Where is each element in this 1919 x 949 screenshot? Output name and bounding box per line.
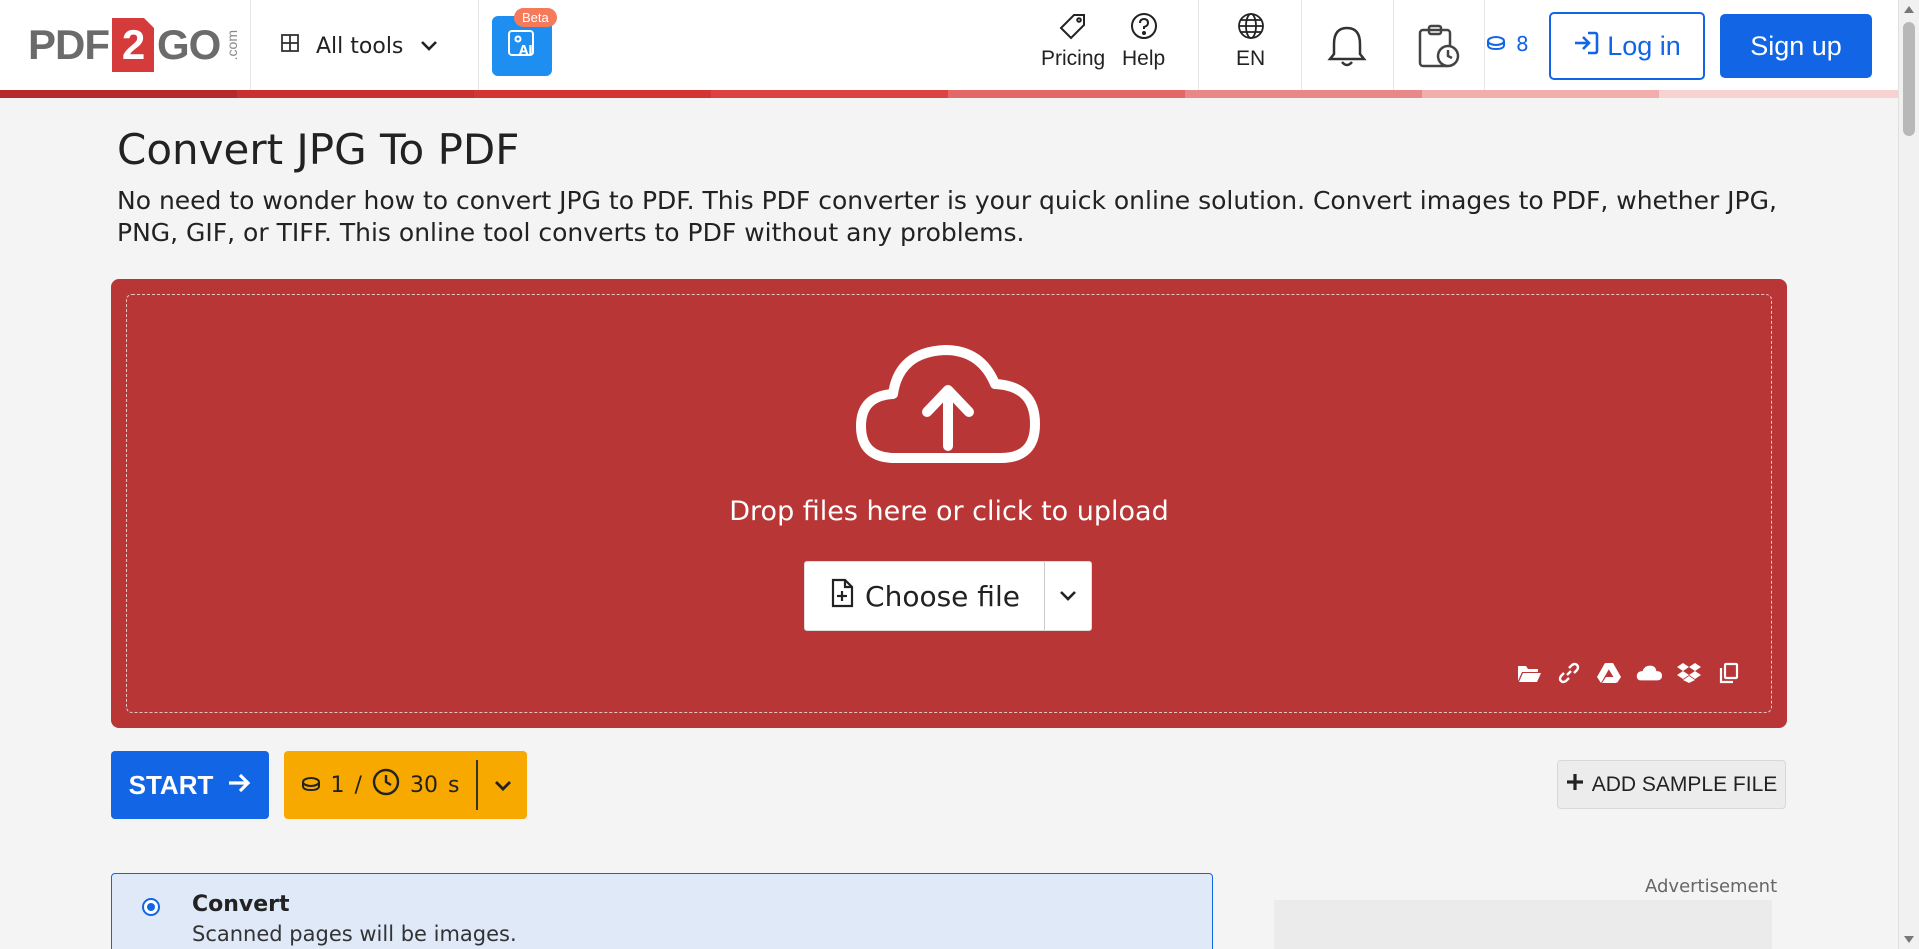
plus-icon <box>1566 773 1584 797</box>
history-button[interactable] <box>1416 22 1462 75</box>
sign-in-icon <box>1573 30 1599 63</box>
help-label: Help <box>1122 47 1166 70</box>
cost-time-unit: s <box>447 772 460 798</box>
start-label: START <box>128 769 214 800</box>
credits-value: 8 <box>1516 32 1529 56</box>
header-color-stripe <box>0 90 1898 98</box>
pricing-label: Pricing <box>1041 47 1106 70</box>
chevron-down-icon <box>1059 587 1077 606</box>
all-tools-menu[interactable]: All tools <box>280 26 439 66</box>
divider <box>250 0 251 90</box>
arrow-right-icon <box>227 770 251 801</box>
drop-instruction: Drop files here or click to upload <box>729 496 1169 527</box>
top-header: PDF 2 GO .com All tools AI Beta Pricing … <box>0 0 1898 92</box>
login-label: Log in <box>1607 30 1681 61</box>
copy-icon[interactable] <box>1716 660 1742 686</box>
stripe-segment <box>0 90 237 98</box>
language-selector[interactable]: EN <box>1236 12 1265 71</box>
question-icon <box>1130 12 1158 45</box>
conversion-cost: 1 / 30 s <box>284 760 478 810</box>
chevron-down-icon <box>494 773 512 798</box>
logo-text-go: GO <box>157 21 221 68</box>
chevron-down-icon <box>419 34 439 59</box>
stripe-segment <box>948 90 1185 98</box>
choose-file-button[interactable]: Choose file <box>805 562 1045 630</box>
svg-text:AI: AI <box>519 43 533 57</box>
advertisement-slot <box>1274 900 1772 949</box>
conversion-cost-group: 1 / 30 s <box>284 751 527 819</box>
pricing-link[interactable]: Pricing <box>1041 12 1105 71</box>
cost-separator: / <box>354 772 362 798</box>
google-drive-icon[interactable] <box>1596 660 1622 686</box>
stripe-segment <box>474 90 711 98</box>
advertisement-label: Advertisement <box>1645 876 1778 897</box>
file-add-icon <box>829 578 855 615</box>
stripe-segment <box>711 90 948 98</box>
ai-image-icon: AI <box>505 27 539 65</box>
coin-icon <box>301 773 321 798</box>
convert-option-description: Scanned pages will be images. <box>192 922 517 946</box>
all-tools-label: All tools <box>316 33 404 59</box>
language-label: EN <box>1236 47 1266 70</box>
signup-button[interactable]: Sign up <box>1720 14 1872 78</box>
page-scrollbar[interactable] <box>1898 0 1919 949</box>
convert-option[interactable]: Convert Scanned pages will be images. <box>111 873 1213 949</box>
bell-icon <box>1326 24 1368 73</box>
add-sample-file-button[interactable]: ADD SAMPLE FILE <box>1557 760 1786 809</box>
choose-file-dropdown[interactable] <box>1045 562 1091 630</box>
divider <box>1301 0 1302 90</box>
stripe-segment <box>1659 90 1898 98</box>
help-link[interactable]: Help <box>1122 12 1165 71</box>
add-sample-label: ADD SAMPLE FILE <box>1591 772 1778 796</box>
page-title: Convert JPG To PDF <box>117 125 520 174</box>
upload-source-icons <box>1516 660 1742 686</box>
scrollbar-thumb[interactable] <box>1903 22 1915 136</box>
stripe-segment <box>1422 90 1659 98</box>
coin-icon <box>1486 32 1506 56</box>
scroll-up-arrow[interactable] <box>1904 6 1914 13</box>
cost-credits: 1 <box>330 772 345 798</box>
login-button[interactable]: Log in <box>1549 12 1705 80</box>
divider <box>1484 0 1485 90</box>
globe-icon <box>1237 12 1265 45</box>
link-icon[interactable] <box>1556 660 1582 686</box>
divider <box>1393 0 1394 90</box>
cloud-upload-icon <box>855 342 1041 470</box>
clock-icon <box>372 768 400 802</box>
pdf2go-logo[interactable]: PDF 2 GO .com <box>28 16 240 74</box>
beta-badge: Beta <box>514 8 557 27</box>
onedrive-icon[interactable] <box>1636 660 1662 686</box>
scroll-down-arrow[interactable] <box>1904 936 1914 943</box>
folder-icon[interactable] <box>1516 660 1542 686</box>
choose-file-label: Choose file <box>865 579 1020 613</box>
grid-icon <box>280 33 300 59</box>
tag-icon <box>1059 12 1087 45</box>
stripe-segment <box>1185 90 1422 98</box>
cost-dropdown[interactable] <box>478 773 527 798</box>
choose-file-group: Choose file <box>804 561 1092 631</box>
logo-suffix: .com <box>224 29 241 61</box>
signup-label: Sign up <box>1750 30 1842 61</box>
dropbox-icon[interactable] <box>1676 660 1702 686</box>
credits-counter[interactable]: 8 <box>1486 32 1529 56</box>
clipboard-clock-icon <box>1416 22 1462 75</box>
logo-text-pdf: PDF <box>28 21 110 68</box>
divider <box>478 0 479 90</box>
convert-radio[interactable] <box>142 898 160 916</box>
start-button[interactable]: START <box>111 751 269 819</box>
logo-number: 2 <box>112 18 154 72</box>
stripe-segment <box>237 90 474 98</box>
page-description: No need to wonder how to convert JPG to … <box>117 186 1777 247</box>
convert-option-title: Convert <box>192 892 290 917</box>
cost-time: 30 <box>409 772 438 798</box>
notifications-button[interactable] <box>1326 24 1368 73</box>
divider <box>1198 0 1199 90</box>
